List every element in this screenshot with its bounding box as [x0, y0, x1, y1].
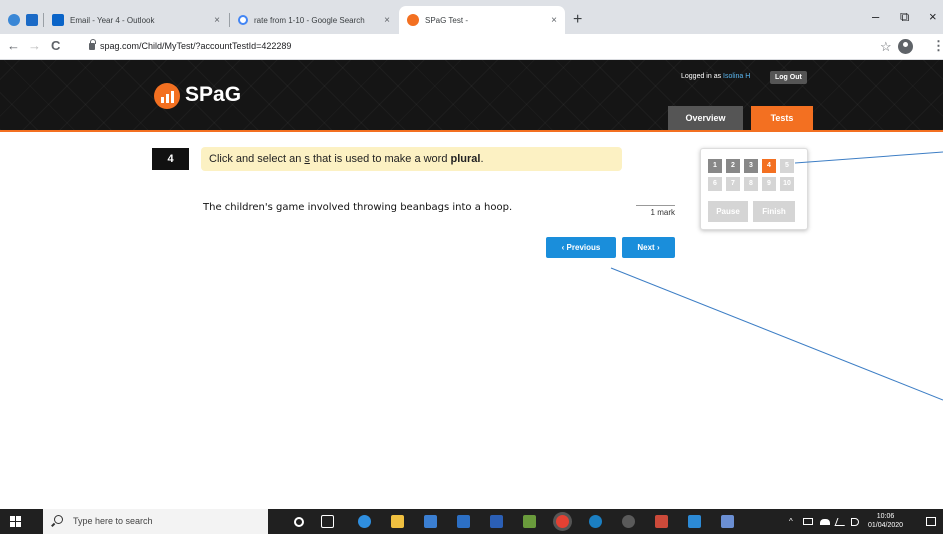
taskbar-search-placeholder: Type here to search — [73, 516, 153, 526]
tab-spag-test[interactable]: SPaG Test - × — [399, 6, 565, 34]
question-nav-1[interactable]: 1 — [708, 159, 722, 173]
question-nav-4[interactable]: 4 — [762, 159, 776, 173]
window-close-button[interactable]: × — [929, 9, 937, 24]
question-nav-5[interactable]: 5 — [780, 159, 794, 173]
close-tab-icon[interactable]: × — [551, 15, 557, 26]
annotation-line — [794, 151, 943, 164]
spag-favicon-icon — [407, 14, 419, 26]
task-view-icon[interactable] — [321, 515, 334, 528]
windows-taskbar: Type here to search ^ 10:06 01/04/2020 — [0, 509, 943, 534]
clock-date: 01/04/2020 — [868, 522, 904, 529]
windows-start-icon[interactable] — [10, 516, 21, 527]
question-nav-2[interactable]: 2 — [726, 159, 740, 173]
new-tab-button[interactable]: + — [573, 12, 582, 28]
onedrive-icon[interactable] — [820, 519, 830, 525]
browser-menu-button[interactable]: ⋮ — [932, 38, 943, 54]
tab-tests[interactable]: Tests — [751, 106, 813, 130]
photos-icon[interactable] — [523, 515, 536, 528]
logged-in-label: Logged in as — [681, 73, 722, 80]
question-prompt: Click and select an s that is used to ma… — [201, 147, 622, 171]
battery-icon[interactable] — [803, 518, 813, 525]
question-nav-10[interactable]: 10 — [780, 177, 794, 191]
question-nav-8[interactable]: 8 — [744, 177, 758, 191]
user-name: Isolina H — [723, 73, 751, 80]
browser-toolbar: ← → C spag.com/Child/MyTest/?accountTest… — [0, 34, 943, 60]
minimize-button[interactable]: – — [872, 9, 879, 24]
notifications-icon[interactable] — [926, 517, 936, 526]
logout-button[interactable]: Log Out — [770, 71, 807, 84]
site-logo-text[interactable]: SPaG — [185, 83, 241, 107]
onenote-icon[interactable] — [721, 515, 734, 528]
prompt-text: . — [480, 153, 484, 165]
screen: Email - Year 4 - Outlook × rate from 1-1… — [0, 0, 943, 534]
paint-icon[interactable] — [655, 515, 668, 528]
question-navigator: 1 2 3 4 5 6 7 8 9 10 Pause Finish — [700, 148, 808, 230]
clock-time: 10:06 — [876, 513, 895, 520]
camera-icon[interactable] — [622, 515, 635, 528]
question-nav-7[interactable]: 7 — [726, 177, 740, 191]
site-header: SPaG Logged in as Isolina H Log Out Over… — [0, 60, 943, 132]
tab-outlook[interactable]: Email - Year 4 - Outlook × — [44, 6, 228, 34]
chrome-icon[interactable] — [556, 515, 569, 528]
annotation-line — [610, 267, 943, 401]
edge-icon[interactable] — [358, 515, 371, 528]
url-field[interactable]: spag.com/Child/MyTest/?accountTestId=422… — [100, 41, 291, 51]
file-explorer-icon[interactable] — [391, 515, 404, 528]
taskbar-clock[interactable]: 10:06 01/04/2020 — [868, 512, 903, 530]
answer-sentence[interactable]: The children's game involved throwing be… — [203, 202, 512, 213]
store-icon[interactable] — [424, 515, 437, 528]
mail-icon[interactable] — [688, 515, 701, 528]
close-tab-icon[interactable]: × — [214, 15, 220, 26]
tab-overview[interactable]: Overview — [668, 106, 743, 130]
question-nav-9[interactable]: 9 — [762, 177, 776, 191]
home-icon[interactable] — [457, 515, 470, 528]
tab-google-search[interactable]: rate from 1-10 - Google Search × — [230, 6, 398, 34]
prompt-keyword: plural — [450, 153, 481, 165]
cortana-icon[interactable] — [294, 517, 304, 527]
google-icon — [238, 15, 248, 25]
question-nav-6[interactable]: 6 — [708, 177, 722, 191]
finish-button[interactable]: Finish — [753, 201, 795, 222]
word-icon[interactable] — [490, 515, 503, 528]
question-number: 4 — [152, 148, 189, 170]
hp-icon[interactable] — [589, 515, 602, 528]
volume-icon[interactable] — [851, 518, 859, 526]
back-button[interactable]: ← — [7, 39, 20, 53]
browser-tab-pinned[interactable] — [0, 6, 42, 34]
pause-button[interactable]: Pause — [708, 201, 748, 222]
forward-button[interactable]: → — [28, 39, 41, 53]
next-button[interactable]: Next › — [622, 237, 675, 258]
tray-chevron-icon[interactable]: ^ — [789, 517, 793, 526]
outlook-icon — [26, 14, 38, 26]
profile-avatar-icon[interactable] — [898, 39, 913, 54]
close-tab-icon[interactable]: × — [384, 15, 390, 26]
search-icon — [54, 515, 63, 524]
prompt-text: Click and select an — [209, 153, 305, 165]
tab-title: Email - Year 4 - Outlook — [70, 15, 155, 25]
browser-tab-strip: Email - Year 4 - Outlook × rate from 1-1… — [0, 0, 943, 34]
tab-title: rate from 1-10 - Google Search — [254, 15, 365, 25]
previous-button[interactable]: ‹ Previous — [546, 237, 616, 258]
tab-title: SPaG Test - — [425, 15, 468, 25]
bookmark-star-icon[interactable]: ☆ — [880, 39, 892, 55]
spag-logo-icon — [154, 83, 180, 109]
outlook-icon — [52, 14, 64, 26]
wifi-icon[interactable] — [834, 518, 848, 526]
lock-icon — [89, 39, 96, 50]
prompt-text: that is used to make a word — [309, 153, 451, 165]
edge-app-icon — [8, 14, 20, 26]
maximize-button[interactable]: ⧉ — [900, 9, 909, 25]
reload-button[interactable]: C — [51, 39, 60, 53]
taskbar-search-box[interactable]: Type here to search — [43, 509, 268, 534]
logged-in-status: Logged in as Isolina H — [681, 73, 750, 80]
marks-label: 1 mark — [636, 205, 675, 217]
question-nav-3[interactable]: 3 — [744, 159, 758, 173]
